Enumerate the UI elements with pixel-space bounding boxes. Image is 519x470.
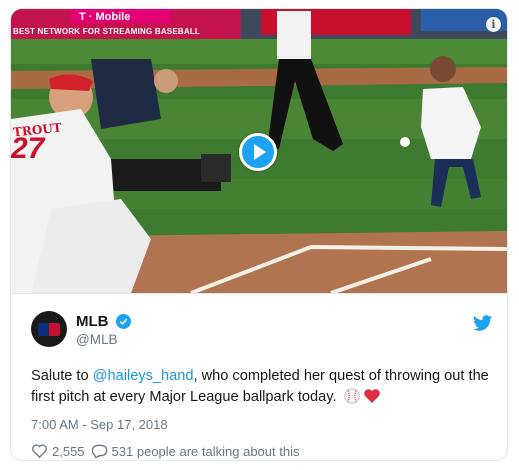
heart-icon [32, 444, 47, 459]
twitter-bird-icon[interactable] [473, 315, 493, 337]
reply-bubble-icon [91, 444, 107, 459]
stadium-ad-brand: T · Mobile [79, 11, 131, 23]
jersey-number: 27 [11, 132, 45, 165]
tweet-text-before: Salute to [31, 368, 93, 384]
mlb-logo [38, 322, 60, 336]
timestamp[interactable]: 7:00 AM - Sep 17, 2018 [31, 417, 168, 432]
stadium-banner-text: BEST NETWORK FOR STREAMING BASEBALL [13, 27, 200, 36]
talking-count: 531 people are talking about this [111, 443, 300, 459]
baseball-emoji [344, 388, 360, 411]
mention-link[interactable]: @haileys_hand [93, 368, 194, 384]
display-name[interactable]: MLB [76, 313, 109, 330]
tweet-body: MLB @MLB Salute to @haileys_hand, who co… [11, 293, 507, 460]
verified-icon [116, 314, 131, 329]
play-button[interactable] [239, 133, 277, 171]
like-count: 2,555 [52, 443, 85, 459]
tweet-card[interactable]: T · Mobile BEST NETWORK FOR STREAMING BA… [10, 8, 508, 461]
handle[interactable]: @MLB [76, 332, 117, 347]
tweet-text: Salute to @haileys_hand, who completed h… [31, 366, 496, 411]
avatar[interactable] [31, 311, 67, 347]
red-heart-emoji [363, 388, 381, 411]
conversation-action[interactable]: 531 people are talking about this [91, 443, 300, 459]
video-player[interactable]: T · Mobile BEST NETWORK FOR STREAMING BA… [11, 9, 507, 293]
play-icon [254, 144, 266, 160]
like-action[interactable]: 2,555 [31, 443, 85, 459]
tweet-actions: 2,555 531 people are talking about this [31, 442, 305, 460]
info-icon[interactable]: i [486, 17, 501, 32]
